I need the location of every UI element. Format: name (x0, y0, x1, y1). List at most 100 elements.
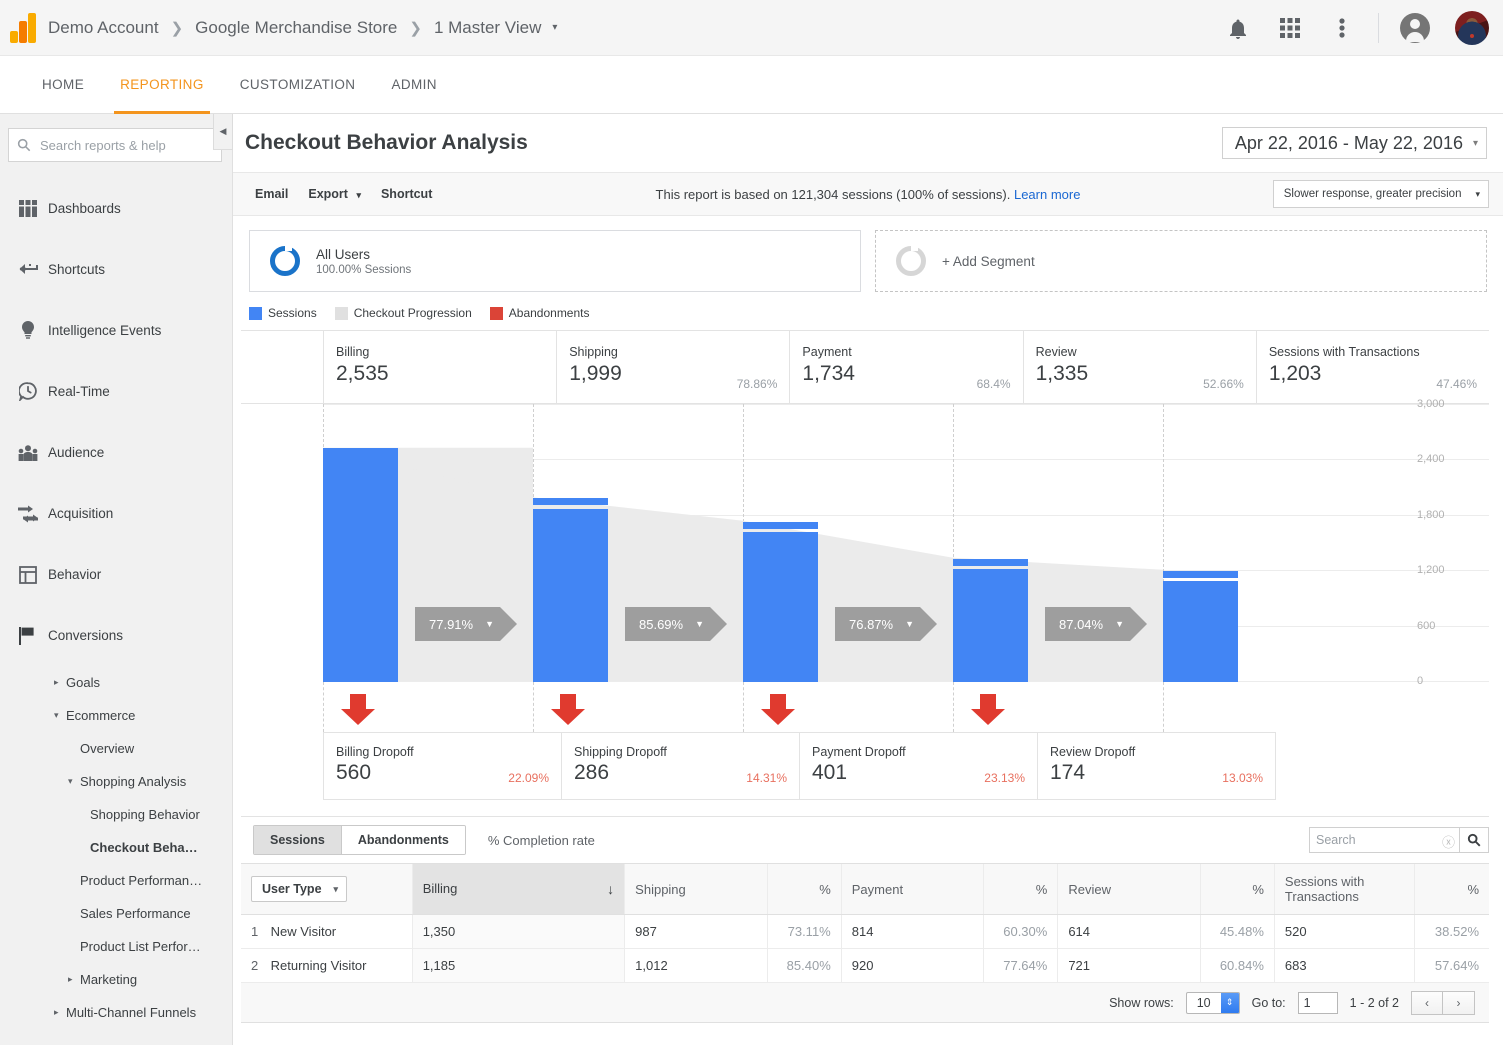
more-vert-icon[interactable] (1316, 0, 1368, 56)
top-bar-actions (1212, 0, 1489, 56)
sampling-precision-select[interactable]: Slower response, greater precision ▾ (1272, 180, 1489, 208)
funnel-step-review[interactable]: Review 1,335 52.66% (1022, 331, 1256, 403)
bar-payment[interactable] (743, 405, 818, 682)
clear-icon[interactable]: ⓧ (1442, 832, 1455, 851)
legend-label: Abandonments (508, 306, 590, 320)
column-header-review-pct[interactable]: % (1199, 863, 1275, 915)
chevron-down-icon[interactable]: ▾ (552, 22, 557, 33)
sidebar-subitem-shopping-analysis[interactable]: ▾ Shopping Analysis (0, 765, 232, 798)
column-header-shipping-pct[interactable]: % (766, 863, 842, 915)
tab-customization[interactable]: CUSTOMIZATION (222, 56, 374, 114)
dropoff-card-review[interactable]: Review Dropoff 174 13.03% (1037, 732, 1276, 800)
sidebar-subitem-goals[interactable]: ▸ Goals (0, 666, 232, 699)
breadcrumb-account[interactable]: Demo Account (46, 18, 161, 38)
add-segment-button[interactable]: + Add Segment (875, 230, 1487, 292)
account-circle-icon[interactable] (1389, 0, 1441, 56)
sidebar-subitem-product-performance[interactable]: Product Performan… (0, 864, 232, 897)
progression-badge-payment-to-review[interactable]: 76.87% ▼ (835, 607, 938, 641)
apps-grid-icon[interactable] (1264, 0, 1316, 56)
dropoff-arrow-payment (760, 694, 796, 729)
table-row[interactable]: 2 Returning Visitor 1,185 1,012 85.40% 9… (241, 948, 1489, 983)
sidebar-subitem-checkout-behavior[interactable]: Checkout Beha… (0, 831, 232, 864)
sidebar-item-dashboards[interactable]: Dashboards (0, 178, 232, 239)
sidebar-subitem-overview[interactable]: Overview (0, 732, 232, 765)
table-row[interactable]: 1 New Visitor 1,350 987 73.11% 814 60.30… (241, 914, 1489, 949)
dropoff-card-shipping[interactable]: Shipping Dropoff 286 14.31% (561, 732, 799, 800)
report-header: Checkout Behavior Analysis Apr 22, 2016 … (233, 114, 1503, 172)
toggle-sessions[interactable]: Sessions (254, 826, 342, 854)
funnel-step-billing[interactable]: Billing 2,535 (323, 331, 556, 403)
funnel-step-sessions-with-transactions[interactable]: Sessions with Transactions 1,203 47.46% (1255, 331, 1489, 403)
export-button[interactable]: Export ▾ (298, 187, 371, 201)
sidebar-item-behavior[interactable]: Behavior (0, 544, 232, 605)
breadcrumb-property[interactable]: Google Merchandise Store (193, 18, 399, 38)
bar-review[interactable] (953, 405, 1028, 682)
segment-all-users[interactable]: All Users 100.00% Sessions (249, 230, 861, 292)
sidebar-subitem-multi-channel-funnels[interactable]: ▸ Multi-Channel Funnels (0, 996, 232, 1029)
tab-home[interactable]: HOME (24, 56, 102, 114)
sidebar-subitem-ecommerce[interactable]: ▾ Ecommerce (0, 699, 232, 732)
column-header-billing[interactable]: Billing ↓ (411, 863, 625, 915)
search-input[interactable] (1309, 827, 1459, 853)
column-header-sessions-with-transactions[interactable]: Sessions with Transactions (1273, 863, 1415, 915)
sidebar-item-acquisition[interactable]: Acquisition (0, 483, 232, 544)
notifications-bell-icon[interactable] (1212, 0, 1264, 56)
bar-sessions-segment (743, 532, 818, 682)
learn-more-link[interactable]: Learn more (1014, 187, 1080, 202)
column-label: Billing (422, 881, 458, 896)
column-header-review[interactable]: Review (1057, 863, 1201, 915)
column-header-transactions-pct[interactable]: % (1414, 863, 1489, 915)
sidebar-subitem-sales-performance[interactable]: Sales Performance (0, 897, 232, 930)
stepper-icon: ⇕ (1220, 992, 1239, 1013)
sidebar-item-conversions[interactable]: Conversions (0, 605, 232, 666)
completion-rate-toggle[interactable]: % Completion rate (488, 833, 595, 848)
dimension-select-button[interactable]: User Type ▾ (251, 876, 348, 902)
search-reports-box[interactable] (8, 128, 222, 162)
date-range-picker[interactable]: Apr 22, 2016 - May 22, 2016 ▾ (1221, 127, 1487, 159)
breadcrumb-view[interactable]: 1 Master View (432, 18, 543, 38)
email-button[interactable]: Email (245, 187, 298, 201)
progression-badge-billing-to-shipping[interactable]: 77.91% ▼ (415, 607, 518, 641)
goto-page-input[interactable] (1297, 991, 1338, 1014)
sidebar-item-real-time[interactable]: Real-Time (0, 361, 232, 422)
column-header-payment-pct[interactable]: % (983, 863, 1058, 915)
funnel-step-shipping[interactable]: Shipping 1,999 78.86% (556, 331, 789, 403)
goto-label: Go to: (1251, 995, 1286, 1010)
pagination-range: 1 - 2 of 2 (1349, 995, 1399, 1010)
dashboards-icon (8, 200, 48, 217)
funnel-step-headers: Billing 2,535 Shipping 1,999 78.86% Paym… (241, 330, 1489, 404)
search-icon[interactable] (1459, 827, 1489, 853)
bar-shipping[interactable] (533, 405, 608, 682)
sidebar-subitem-label: Multi-Channel Funnels (66, 1005, 197, 1020)
dropoff-card-payment[interactable]: Payment Dropoff 401 23.13% (799, 732, 1037, 800)
show-rows-select[interactable]: 10 ⇕ (1185, 991, 1240, 1014)
row-user-type: New Visitor (270, 924, 337, 939)
sidebar-subitem-marketing[interactable]: ▸ Marketing (0, 963, 232, 996)
sidebar-item-shortcuts[interactable]: Shortcuts (0, 239, 232, 300)
shortcut-button[interactable]: Shortcut (371, 187, 442, 201)
progression-badge-shipping-to-payment[interactable]: 85.69% ▼ (625, 607, 728, 641)
dropoff-percent: 23.13% (984, 771, 1025, 785)
funnel-step-payment[interactable]: Payment 1,734 68.4% (789, 331, 1022, 403)
dropoff-card-billing[interactable]: Billing Dropoff 560 22.09% (323, 732, 561, 800)
sidebar-item-intelligence-events[interactable]: Intelligence Events (0, 300, 232, 361)
tab-admin[interactable]: ADMIN (373, 56, 455, 114)
bar-billing[interactable] (323, 405, 398, 682)
sidebar-collapse-button[interactable]: ◀ (213, 114, 233, 150)
user-avatar[interactable] (1455, 11, 1489, 45)
column-header-payment[interactable]: Payment (840, 863, 984, 915)
bar-sessions-with-transactions[interactable] (1163, 405, 1238, 682)
prev-page-button[interactable]: ‹ (1411, 990, 1443, 1015)
progression-badge-review-to-transactions[interactable]: 87.04% ▼ (1045, 607, 1148, 641)
sidebar-subitem-product-list-performance[interactable]: Product List Perfor… (0, 930, 232, 963)
toggle-abandonments[interactable]: Abandonments (341, 826, 465, 854)
sidebar-subitem-shopping-behavior[interactable]: Shopping Behavior (0, 798, 232, 831)
sidebar-item-audience[interactable]: Audience (0, 422, 232, 483)
search-input[interactable] (38, 136, 213, 154)
tab-reporting[interactable]: REPORTING (102, 56, 222, 114)
next-page-button[interactable]: › (1443, 990, 1475, 1015)
column-header-shipping[interactable]: Shipping (624, 863, 767, 915)
google-analytics-logo[interactable] (0, 0, 46, 56)
sidebar-item-label: Real-Time (48, 384, 110, 399)
sidebar-subitem-label: Goals (66, 675, 100, 690)
